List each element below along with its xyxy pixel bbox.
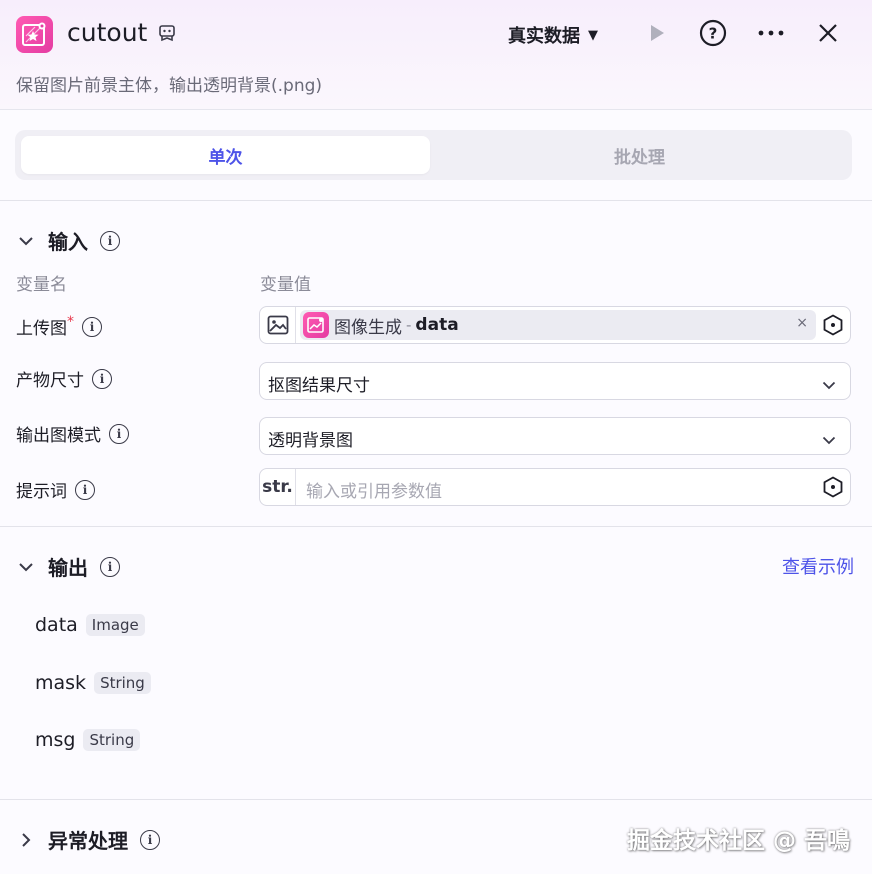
node-panel: cutout 保留图片前景主体，输出透明背景(.png) 真实数据 ▼ ? 单次…	[0, 0, 872, 874]
info-icon[interactable]: i	[100, 556, 120, 577]
reference-separator: -	[406, 316, 412, 334]
tab-batch[interactable]: 批处理	[435, 136, 844, 174]
param-name: 输出图模式	[16, 426, 101, 446]
divider	[0, 200, 872, 201]
exception-section-title: 异常处理	[48, 829, 128, 853]
run-mode-tabs: 单次 批处理	[15, 130, 852, 180]
chevron-right-icon[interactable]	[16, 830, 36, 850]
chevron-down-icon	[822, 375, 836, 394]
svg-text:?: ?	[709, 25, 718, 43]
column-variable-value: 变量值	[260, 275, 311, 295]
output-item: mask String	[35, 672, 151, 694]
output-section-title: 输出	[48, 556, 88, 580]
close-button[interactable]	[813, 18, 843, 48]
upload-image-field[interactable]: 图像生成 - data ×	[259, 306, 851, 344]
caret-down-icon: ▼	[588, 27, 598, 43]
more-button[interactable]	[756, 18, 786, 48]
prompt-input[interactable]: str. 输入或引用参数值	[259, 468, 851, 506]
variable-reference-tag[interactable]: 图像生成 - data ×	[300, 310, 816, 340]
output-name: mask	[35, 672, 87, 694]
chevron-down-icon[interactable]	[16, 231, 36, 251]
watermark: 掘金技术社区 @ 吾鳴	[626, 828, 850, 854]
template-icon[interactable]	[158, 24, 176, 46]
more-icon	[758, 30, 784, 36]
variable-reference-icon[interactable]	[822, 476, 844, 502]
output-type-badge: String	[83, 729, 141, 751]
param-name: 上传图	[16, 319, 67, 339]
param-label-output-size: 产物尺寸 i	[16, 366, 112, 391]
string-type-label: str.	[260, 469, 296, 505]
chevron-down-icon[interactable]	[16, 557, 36, 577]
app-icon	[16, 16, 53, 53]
chevron-down-icon	[822, 430, 836, 449]
info-icon[interactable]: i	[92, 368, 112, 389]
clear-reference-icon[interactable]: ×	[796, 315, 808, 331]
node-description: 保留图片前景主体，输出透明背景(.png)	[16, 76, 323, 96]
reference-variable-name: data	[415, 315, 459, 335]
close-icon	[819, 24, 837, 42]
variable-reference-icon[interactable]	[822, 314, 844, 340]
info-icon[interactable]: i	[75, 479, 95, 500]
param-name: 产物尺寸	[16, 371, 84, 391]
help-icon: ?	[699, 19, 727, 47]
input-section-title: 输入	[48, 230, 88, 254]
node-title: cutout	[67, 18, 148, 47]
column-variable-name: 变量名	[16, 275, 67, 295]
required-mark: *	[67, 313, 74, 330]
data-source-select[interactable]: 真实数据 ▼	[508, 22, 598, 48]
input-section-header[interactable]: 输入 i	[16, 226, 120, 255]
data-source-label: 真实数据	[508, 26, 580, 47]
output-name: data	[35, 614, 78, 636]
output-type-badge: Image	[85, 614, 145, 636]
info-icon[interactable]: i	[140, 829, 160, 850]
info-icon[interactable]: i	[82, 316, 102, 337]
output-mode-select[interactable]: 透明背景图	[259, 417, 851, 455]
exception-section-header[interactable]: 异常处理 i	[16, 825, 160, 854]
output-type-badge: String	[94, 672, 151, 694]
output-section-header[interactable]: 输出 i	[16, 552, 120, 581]
run-button[interactable]	[641, 18, 671, 48]
help-button[interactable]: ?	[698, 18, 728, 48]
param-label-upload-image: 上传图 * i	[16, 314, 102, 339]
param-label-output-mode: 输出图模式 i	[16, 421, 129, 446]
panel-header: cutout 保留图片前景主体，输出透明背景(.png) 真实数据 ▼ ?	[0, 0, 872, 110]
output-name: msg	[35, 729, 76, 751]
output-size-select[interactable]: 抠图结果尺寸	[259, 362, 851, 400]
param-name: 提示词	[16, 482, 67, 502]
param-label-prompt: 提示词 i	[16, 477, 95, 502]
select-value: 抠图结果尺寸	[268, 376, 370, 396]
play-icon	[651, 25, 664, 41]
image-type-icon	[260, 307, 296, 343]
select-value: 透明背景图	[268, 431, 353, 451]
info-icon[interactable]: i	[100, 230, 120, 251]
output-item: data Image	[35, 614, 145, 636]
image-generation-icon	[303, 312, 329, 338]
prompt-placeholder: 输入或引用参数值	[306, 482, 442, 502]
info-icon[interactable]: i	[109, 423, 129, 444]
view-example-link[interactable]: 查看示例	[782, 553, 854, 579]
tab-single[interactable]: 单次	[21, 136, 430, 174]
divider	[0, 799, 872, 800]
reference-node-name: 图像生成	[334, 317, 402, 338]
output-item: msg String	[35, 729, 141, 751]
divider	[0, 526, 872, 527]
